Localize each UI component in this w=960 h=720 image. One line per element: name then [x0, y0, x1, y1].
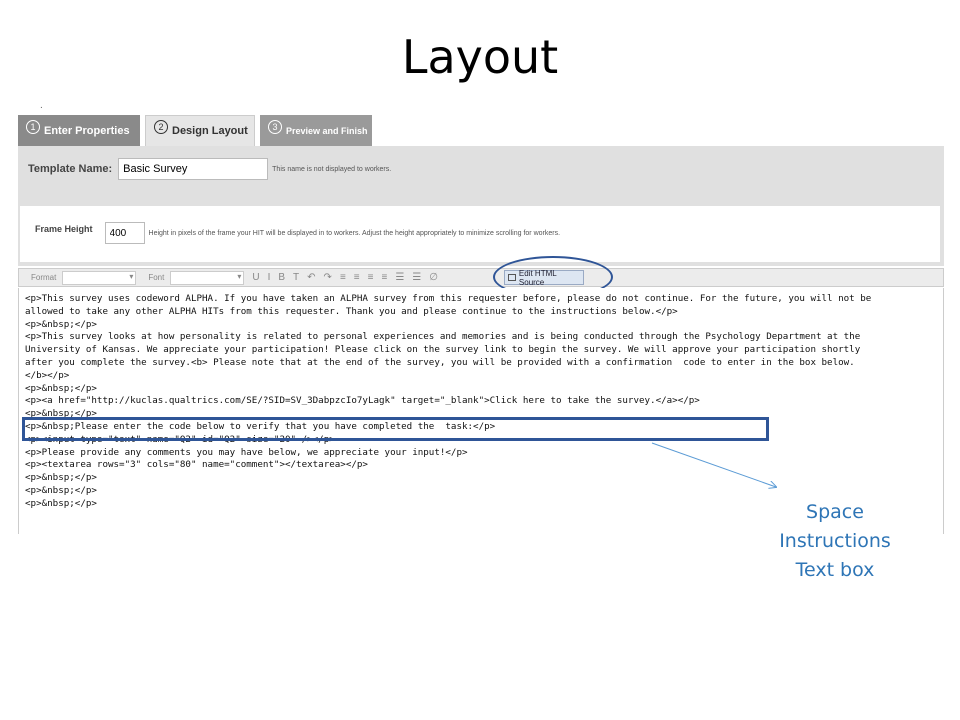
align-left-icon[interactable]: ≡	[340, 272, 346, 283]
code-line: after you complete the survey.<b> Please…	[25, 356, 855, 368]
code-line: <p>This survey uses codeword ALPHA. If y…	[25, 293, 872, 304]
font-label: Font	[148, 273, 165, 282]
format-label: Format	[31, 273, 57, 282]
frame-height-section: Frame Height Height in pixels of the fra…	[20, 206, 940, 262]
annotation-text: Space Instructions Text box	[760, 498, 910, 585]
code-line: <p><a href="http://kuclas.qualtrics.com/…	[25, 395, 700, 407]
code-line: <p>&nbsp;</p>	[25, 484, 97, 496]
code-line: <p>&nbsp;</p>	[25, 382, 97, 394]
step-number-icon: 3	[268, 119, 282, 134]
template-name-label: Template Name:	[28, 163, 113, 175]
frame-height-hint: Height in pixels of the frame your HIT w…	[148, 229, 561, 237]
slide-title: Layout	[401, 30, 559, 84]
undo-icon[interactable]: ↶	[307, 272, 315, 283]
template-name-input[interactable]	[118, 158, 269, 180]
code-line: <p>Please provide any comments you may h…	[25, 446, 468, 458]
justify-icon[interactable]: ≡	[381, 272, 387, 283]
text-color-icon[interactable]: T	[293, 272, 299, 283]
bullet-list-icon[interactable]: ☰	[412, 272, 421, 283]
link-icon[interactable]: ∅	[429, 272, 438, 283]
frame-height-input[interactable]	[104, 222, 145, 244]
tab-preview-and-finish[interactable]: 3 Preview and Finish	[260, 115, 372, 146]
step-number-icon: 2	[154, 120, 168, 134]
template-name-hint: This name is not displayed to workers.	[272, 165, 392, 173]
template-name-row: Template Name: This name is not displaye…	[28, 158, 391, 180]
code-line: <p>&nbsp;</p>	[25, 472, 97, 484]
font-select[interactable]	[170, 270, 245, 285]
underline-icon[interactable]: U	[252, 272, 259, 283]
italic-icon[interactable]: I	[268, 272, 271, 283]
code-line: <p><textarea rows="3" cols="80" name="co…	[25, 459, 368, 471]
tab-label: Enter Properties	[44, 124, 130, 137]
annotation-line: Space	[806, 501, 864, 523]
properties-panel: Template Name: This name is not displaye…	[18, 146, 944, 266]
tab-label: Preview and Finish	[286, 125, 368, 136]
code-line: University of Kansas. We appreciate your…	[25, 344, 861, 356]
code-line: <p>&nbsp;</p>	[25, 318, 97, 330]
annotation-line: Instructions	[779, 530, 891, 552]
frame-height-label: Frame Height	[35, 224, 93, 234]
editor-toolbar: Format Font U I B T ↶ ↷ ≡ ≡ ≡ ≡ ☰ ☰ ∅ Ed…	[18, 268, 944, 287]
tab-enter-properties[interactable]: 1 Enter Properties	[18, 115, 140, 146]
annotation-line: Text box	[795, 559, 875, 581]
code-line: </b></p>	[25, 369, 70, 381]
format-select[interactable]	[62, 270, 137, 285]
tab-label: Design Layout	[172, 125, 248, 137]
code-line: allowed to take any other ALPHA HITs fro…	[25, 305, 678, 317]
align-center-icon[interactable]: ≡	[354, 272, 360, 283]
code-line: <p>This survey looks at how personality …	[25, 331, 861, 343]
tab-design-layout[interactable]: 2 Design Layout	[145, 115, 255, 146]
bold-icon[interactable]: B	[278, 272, 285, 283]
highlight-rectangle	[22, 417, 769, 441]
stray-dot: .	[40, 100, 43, 111]
redo-icon[interactable]: ↷	[324, 272, 332, 283]
frame-height-row: Frame Height Height in pixels of the fra…	[35, 222, 560, 244]
step-number-icon: 1	[26, 119, 40, 134]
align-right-icon[interactable]: ≡	[368, 272, 374, 283]
numbered-list-icon[interactable]: ☰	[395, 272, 404, 283]
